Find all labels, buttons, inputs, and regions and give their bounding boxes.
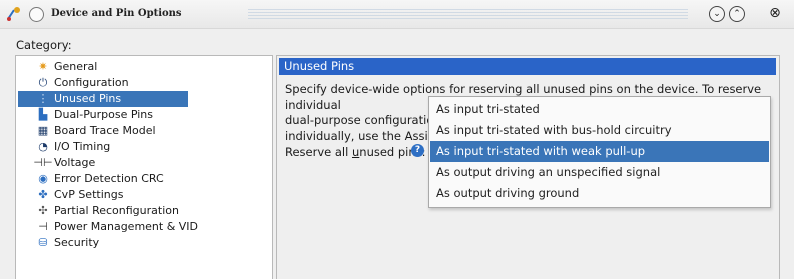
tree-item-dual-purpose-pins[interactable]: ▙ Dual-Purpose Pins <box>18 107 161 123</box>
category-tree[interactable]: ✷ General ⏻ Configuration ⋮ Unused Pins … <box>15 55 273 279</box>
puzzle-icon: ✣ <box>38 204 48 217</box>
tree-item-voltage[interactable]: ⊣⊢ Voltage <box>18 155 103 171</box>
tree-item-label: General <box>54 60 98 73</box>
chevron-down-icon[interactable]: ⌄ <box>709 6 725 22</box>
tree-item-label: Power Management & VID <box>54 220 199 233</box>
tree-item-unused-pins[interactable]: ⋮ Unused Pins <box>18 91 188 107</box>
configuration-icon: ⏻ <box>38 76 48 89</box>
tree-item-label: Voltage <box>54 156 96 169</box>
tree-item-label: I/O Timing <box>54 140 111 153</box>
voltage-icon: ⊣⊢ <box>33 156 53 169</box>
tree-item-label: Board Trace Model <box>54 124 156 137</box>
unused-pins-dropdown-list[interactable]: As input tri-stated As input tri-stated … <box>428 96 771 208</box>
title-bar-stripes <box>248 9 688 19</box>
tree-item-label: CvP Settings <box>54 188 124 201</box>
tree-item-label: Unused Pins <box>54 92 122 105</box>
tree-item-io-timing[interactable]: ◔ I/O Timing <box>18 139 118 155</box>
chevron-up-icon[interactable]: ⌃ <box>729 6 745 22</box>
tree-item-label: Partial Reconfiguration <box>54 204 179 217</box>
board-trace-icon: ▦ <box>37 124 49 137</box>
category-label: Category: <box>16 38 72 52</box>
help-icon[interactable]: ? <box>411 144 424 157</box>
dropdown-option[interactable]: As output driving ground <box>430 183 769 204</box>
section-header: Unused Pins <box>279 58 776 75</box>
tree-item-label: Dual-Purpose Pins <box>54 108 153 121</box>
power-icon: ⊣ <box>38 220 48 233</box>
dropdown-option-selected[interactable]: As input tri-stated with weak pull-up <box>430 141 769 162</box>
tree-item-partial-reconfiguration[interactable]: ✣ Partial Reconfiguration <box>18 203 187 219</box>
dropdown-option[interactable]: As input tri-stated <box>430 99 769 120</box>
app-icon <box>7 7 20 21</box>
sparkle-icon: ✷ <box>38 60 48 73</box>
security-icon: ⛁ <box>38 236 48 249</box>
unused-pins-icon: ⋮ <box>37 92 49 105</box>
circle-menu-icon[interactable] <box>29 7 44 22</box>
dropdown-option[interactable]: As output driving an unspecified signal <box>430 162 769 183</box>
tree-item-label: Security <box>54 236 100 249</box>
crc-icon: ◉ <box>38 172 48 185</box>
clock-icon: ◔ <box>38 140 48 153</box>
cvp-icon: ✤ <box>38 188 48 201</box>
tree-item-general[interactable]: ✷ General <box>18 59 105 75</box>
tree-item-label: Error Detection CRC <box>54 172 164 185</box>
tree-item-power-management[interactable]: ⊣ Power Management & VID <box>18 219 206 235</box>
tree-item-label: Configuration <box>54 76 129 89</box>
dual-purpose-pins-icon: ▙ <box>38 108 48 121</box>
tree-item-board-trace-model[interactable]: ▦ Board Trace Model <box>18 123 164 139</box>
dropdown-option[interactable]: As input tri-stated with bus-hold circui… <box>430 120 769 141</box>
close-icon[interactable]: ⊗ <box>768 6 782 20</box>
title-bar: Device and Pin Options ⌄ ⌃ ⊗ <box>0 0 794 29</box>
window-title: Device and Pin Options <box>51 8 182 19</box>
reserve-unused-pins-label: Reserve all unused pins: <box>285 145 426 159</box>
tree-item-security[interactable]: ⛁ Security <box>18 235 107 251</box>
tree-item-error-detection-crc[interactable]: ◉ Error Detection CRC <box>18 171 172 187</box>
tree-item-configuration[interactable]: ⏻ Configuration <box>18 75 137 91</box>
tree-item-cvp-settings[interactable]: ✤ CvP Settings <box>18 187 131 203</box>
